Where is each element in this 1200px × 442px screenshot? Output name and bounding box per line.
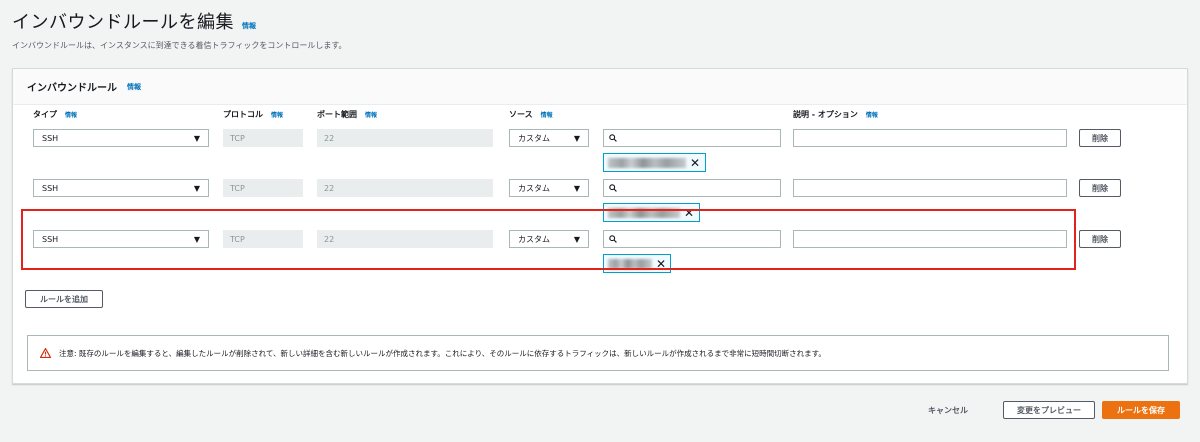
add-rule-button[interactable]: ルールを追加 (25, 290, 103, 308)
type-select-value: SSH (42, 133, 59, 143)
type-select[interactable]: SSH ▼ (33, 179, 209, 197)
port-range-field: 22 (317, 230, 493, 248)
blurred-source-value (608, 258, 652, 269)
source-token: ✕ (603, 203, 700, 222)
description-field[interactable] (794, 184, 1066, 201)
description-field[interactable] (794, 235, 1066, 252)
type-select-value: SSH (42, 183, 59, 193)
close-icon[interactable]: ✕ (690, 157, 700, 169)
protocol-info-link[interactable]: 情報 (271, 112, 283, 119)
port-range-field: 22 (317, 129, 493, 147)
warning-text: 注意: 既存のルールを編集すると、編集したルールが削除されて、新しい詳細を含む新… (59, 348, 826, 358)
page-title: インバウンドルールを編集 (12, 12, 234, 33)
blurred-source-value (608, 207, 680, 218)
type-info-link[interactable]: 情報 (65, 112, 77, 119)
column-header-source-label: ソース (509, 110, 533, 119)
chevron-down-icon: ▼ (573, 133, 580, 143)
column-header-port-range: ポート範囲 情報 (317, 109, 377, 120)
inbound-rules-panel: インバウンドルール 情報 タイプ 情報 プロトコル 情報 ポート範囲 情報 ソース 情報… (12, 68, 1188, 384)
description-info-link[interactable]: 情報 (866, 112, 878, 119)
description-input[interactable] (793, 129, 1067, 151)
type-select-value: SSH (42, 234, 59, 244)
source-select[interactable]: カスタム ▼ (509, 179, 589, 197)
search-icon (609, 235, 617, 243)
source-select[interactable]: カスタム ▼ (509, 230, 589, 248)
panel-header: インバウンドルール 情報 (13, 69, 1187, 105)
delete-rule-button[interactable]: 削除 (1079, 129, 1121, 147)
page-header: インバウンドルールを編集 情報 インバウンドルールは、インスタンスに到達できる着… (12, 8, 347, 51)
rule-row: SSH ▼ TCP 22 カスタム ▼ 削除 ✕ (13, 230, 1187, 276)
column-headers: タイプ 情報 プロトコル 情報 ポート範囲 情報 ソース 情報 説明 - オプション 情報 (13, 109, 1187, 121)
column-header-protocol: プロトコル 情報 (223, 109, 283, 120)
source-select-value: カスタム (518, 133, 550, 143)
source-search-field[interactable] (621, 233, 771, 245)
source-search-input[interactable] (603, 179, 781, 197)
source-select[interactable]: カスタム ▼ (509, 129, 589, 147)
column-header-description-label: 説明 - オプション (793, 110, 858, 119)
column-header-description: 説明 - オプション 情報 (793, 109, 878, 120)
source-info-link[interactable]: 情報 (541, 112, 553, 119)
save-rules-button[interactable]: ルールを保存 (1102, 401, 1180, 419)
port-range-field: 22 (317, 179, 493, 197)
description-input[interactable] (793, 230, 1067, 252)
search-icon (609, 184, 617, 192)
delete-rule-button[interactable]: 削除 (1079, 179, 1121, 197)
source-search-field[interactable] (621, 132, 771, 144)
source-search-input[interactable] (603, 129, 781, 147)
source-search-input[interactable] (603, 230, 781, 248)
chevron-down-icon: ▼ (193, 183, 200, 193)
close-icon[interactable]: ✕ (656, 258, 666, 270)
source-search-field[interactable] (621, 182, 771, 194)
protocol-field: TCP (223, 129, 303, 147)
source-token: ✕ (603, 153, 706, 172)
page-description: インバウンドルールは、インスタンスに到達できる着信トラフィックをコントロールしま… (12, 41, 347, 50)
protocol-field: TCP (223, 179, 303, 197)
panel-title: インバウンドルール (27, 83, 117, 94)
type-select[interactable]: SSH ▼ (33, 129, 209, 147)
column-header-port-range-label: ポート範囲 (317, 110, 357, 119)
search-icon (609, 134, 617, 142)
warning-alert: 注意: 既存のルールを編集すると、編集したルールが削除されて、新しい詳細を含む新… (27, 335, 1169, 371)
panel-info-link[interactable]: 情報 (127, 82, 141, 92)
description-field[interactable] (794, 134, 1066, 151)
rule-row: SSH ▼ TCP 22 カスタム ▼ 削除 ✕ (13, 129, 1187, 175)
delete-rule-button[interactable]: 削除 (1079, 230, 1121, 248)
page-title-row: インバウンドルールを編集 情報 (12, 8, 347, 34)
close-icon[interactable]: ✕ (684, 207, 694, 219)
page-info-link[interactable]: 情報 (242, 21, 256, 31)
preview-changes-button[interactable]: 変更をプレビュー (1003, 401, 1095, 419)
chevron-down-icon: ▼ (193, 133, 200, 143)
rule-row: SSH ▼ TCP 22 カスタム ▼ 削除 ✕ (13, 179, 1187, 225)
source-select-value: カスタム (518, 183, 550, 193)
column-header-type: タイプ 情報 (33, 109, 77, 120)
chevron-down-icon: ▼ (193, 234, 200, 244)
protocol-field: TCP (223, 230, 303, 248)
chevron-down-icon: ▼ (573, 183, 580, 193)
column-header-protocol-label: プロトコル (223, 110, 263, 119)
source-select-value: カスタム (518, 234, 550, 244)
source-token: ✕ (603, 254, 671, 273)
port-range-info-link[interactable]: 情報 (365, 112, 377, 119)
type-select[interactable]: SSH ▼ (33, 230, 209, 248)
chevron-down-icon: ▼ (573, 234, 580, 244)
description-input[interactable] (793, 179, 1067, 201)
blurred-source-value (608, 157, 686, 168)
column-header-type-label: タイプ (33, 110, 57, 119)
column-header-source: ソース 情報 (509, 109, 553, 120)
warning-icon (40, 348, 51, 358)
cancel-button[interactable]: キャンセル (928, 401, 968, 419)
